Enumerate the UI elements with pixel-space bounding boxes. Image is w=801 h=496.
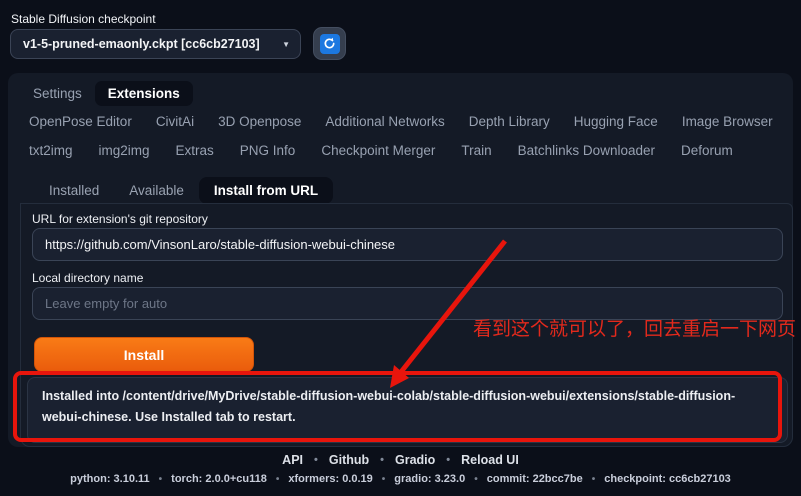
local-directory-label: Local directory name <box>32 271 144 285</box>
tab-bar-row2: OpenPose Editor CivitAi 3D Openpose Addi… <box>29 114 773 129</box>
tab-3d-openpose[interactable]: 3D Openpose <box>218 114 301 129</box>
extensions-subtab-bar: Installed Available Install from URL <box>34 177 334 204</box>
tab-extras[interactable]: Extras <box>176 143 214 158</box>
tab-extensions[interactable]: Extensions <box>94 81 193 106</box>
install-button[interactable]: Install <box>34 337 254 372</box>
checkpoint-label: Stable Diffusion checkpoint <box>11 12 156 26</box>
subtab-available[interactable]: Available <box>114 177 199 204</box>
separator-dot: • <box>275 473 280 485</box>
separator-dot: • <box>591 473 596 485</box>
tab-hugging-face[interactable]: Hugging Face <box>574 114 658 129</box>
main-panel: Settings Extensions OpenPose Editor Civi… <box>8 73 793 447</box>
git-repo-url-input[interactable] <box>32 228 783 261</box>
separator-dot: • <box>380 454 384 466</box>
tab-depth-library[interactable]: Depth Library <box>469 114 550 129</box>
stable-diffusion-webui: Stable Diffusion checkpoint v1-5-pruned-… <box>0 0 801 496</box>
tab-train[interactable]: Train <box>461 143 491 158</box>
footer-link-gradio[interactable]: Gradio <box>395 453 435 467</box>
tab-bar-row1: Settings Extensions <box>20 81 193 106</box>
local-directory-input[interactable] <box>32 287 783 320</box>
version-gradio: gradio: 3.23.0 <box>394 473 466 485</box>
tab-txt2img[interactable]: txt2img <box>29 143 73 158</box>
tab-openpose-editor[interactable]: OpenPose Editor <box>29 114 132 129</box>
tab-img2img[interactable]: img2img <box>99 143 150 158</box>
footer-version-info: python: 3.10.11 • torch: 2.0.0+cu118 • x… <box>0 473 801 485</box>
tab-additional-networks[interactable]: Additional Networks <box>325 114 444 129</box>
version-commit: commit: 22bcc7be <box>486 473 583 485</box>
separator-dot: • <box>446 454 451 466</box>
install-result-box: Installed into /content/drive/MyDrive/st… <box>27 377 788 443</box>
tab-civitai[interactable]: CivitAi <box>156 114 194 129</box>
refresh-icon <box>319 33 340 54</box>
footer-link-api[interactable]: API <box>282 453 303 467</box>
tab-deforum[interactable]: Deforum <box>681 143 733 158</box>
tab-image-browser[interactable]: Image Browser <box>682 114 773 129</box>
install-from-url-panel: URL for extension's git repository Local… <box>20 203 793 447</box>
tab-checkpoint-merger[interactable]: Checkpoint Merger <box>321 143 435 158</box>
footer-links: API • Github • Gradio • Reload UI <box>0 453 801 467</box>
tab-png-info[interactable]: PNG Info <box>240 143 296 158</box>
subtab-installed[interactable]: Installed <box>34 177 114 204</box>
version-torch: torch: 2.0.0+cu118 <box>171 473 267 485</box>
install-result-message: Installed into /content/drive/MyDrive/st… <box>42 389 736 424</box>
separator-dot: • <box>381 473 386 485</box>
footer-link-github[interactable]: Github <box>329 453 369 467</box>
tab-batchlinks-downloader[interactable]: Batchlinks Downloader <box>518 143 655 158</box>
refresh-checkpoints-button[interactable] <box>313 27 346 60</box>
version-checkpoint: checkpoint: cc6cb27103 <box>604 473 731 485</box>
checkpoint-dropdown[interactable]: v1-5-pruned-emaonly.ckpt [cc6cb27103] ▼ <box>10 29 301 59</box>
chevron-down-icon: ▼ <box>282 39 290 49</box>
version-xformers: xformers: 0.0.19 <box>288 473 373 485</box>
subtab-install-from-url[interactable]: Install from URL <box>198 177 334 204</box>
footer-link-reload-ui[interactable]: Reload UI <box>461 453 519 467</box>
version-python: python: 3.10.11 <box>70 473 150 485</box>
separator-dot: • <box>474 473 478 485</box>
tab-settings[interactable]: Settings <box>20 81 95 106</box>
git-repo-url-label: URL for extension's git repository <box>32 212 208 226</box>
separator-dot: • <box>314 454 318 466</box>
tab-bar-row3: txt2img img2img Extras PNG Info Checkpoi… <box>29 143 733 158</box>
separator-dot: • <box>158 473 163 485</box>
checkpoint-dropdown-value: v1-5-pruned-emaonly.ckpt [cc6cb27103] <box>23 37 260 51</box>
